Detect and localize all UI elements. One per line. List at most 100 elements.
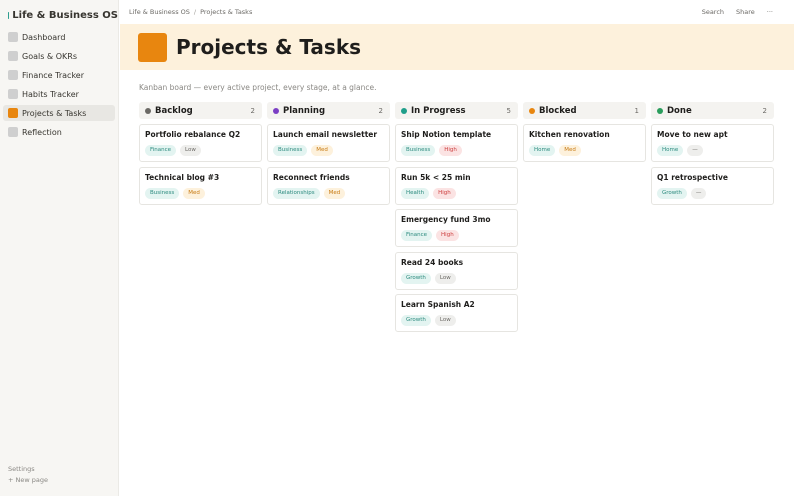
card-title: Q1 retrospective [657,172,728,182]
column-header[interactable]: Blocked 1 [523,102,646,119]
priority-tag: — [690,187,707,199]
card-title: Emergency fund 3mo [401,215,491,224]
column-planning: Planning 2 Launch email newsletter Busin… [267,102,390,337]
column-title: In Progress [411,105,466,116]
column-header[interactable]: Backlog 2 [139,102,262,119]
column-count: 2 [378,106,383,115]
column-done: Done 2 Move to new apt Home — Q1 retrospe… [651,102,774,337]
sidebar-footer: Settings + New page [8,464,48,486]
task-card[interactable]: Read 24 books Growth Low [395,251,518,290]
card-title: Reconnect friends [273,172,350,182]
card-title: Launch email newsletter [273,130,378,139]
column-blocked: Blocked 1 Kitchen renovation Home Med [523,102,646,337]
sidebar-item-habits[interactable]: Habits Tracker [3,86,115,102]
area-tag: Relationships [273,187,320,199]
priority-tag: — [687,145,703,156]
page-title: Projects & Tasks [176,35,362,59]
task-card[interactable]: Technical blog #3 Business Med [139,166,262,205]
task-card[interactable]: Launch email newsletter Business Med [267,124,390,162]
breadcrumb: Life & Business OS / Projects & Tasks [129,8,252,16]
priority-tag: High [439,145,462,156]
priority-tag: Low [180,145,201,156]
column-title: Done [667,105,692,116]
sidebar-item-goals[interactable]: Goals & OKRs [3,48,115,64]
sidebar-item-label: Projects & Tasks [22,108,87,118]
column-count: 2 [250,106,255,115]
column-header[interactable]: Planning 2 [267,102,390,119]
column-count: 5 [506,106,511,115]
workspace-name: Life & Business OS [12,9,118,21]
column-header[interactable]: Done 2 [651,102,774,119]
priority-tag: High [436,230,459,241]
priority-tag: High [433,187,456,199]
card-title: Portfolio rebalance Q2 [145,130,241,139]
status-dot-icon [529,107,535,114]
top-actions: Search Share ··· [702,8,773,16]
sidebar: Life & Business OS Dashboard Goals & OKR… [0,0,119,496]
task-card[interactable]: Portfolio rebalance Q2 Finance Low [139,124,262,162]
area-tag: Business [273,145,308,156]
column-in-progress: In Progress 5 Ship Notion template Busin… [395,102,518,337]
column-header[interactable]: In Progress 5 [395,102,518,119]
search-button[interactable]: Search [702,8,724,16]
task-card[interactable]: Move to new apt Home — [651,124,774,162]
card-title: Ship Notion template [401,130,492,139]
sidebar-item-label: Reflection [22,127,62,137]
card-title: Read 24 books [401,257,464,267]
kanban-board: Backlog 2 Portfolio rebalance Q2 Finance… [139,102,774,337]
sidebar-item-finance[interactable]: Finance Tracker [3,67,115,83]
task-card[interactable]: Run 5k < 25 min Health High [395,166,518,205]
sidebar-item-label: Dashboard [22,32,66,42]
area-tag: Finance [145,145,177,156]
page-icon [8,70,18,80]
sidebar-item-dashboard[interactable]: Dashboard [3,29,115,45]
priority-tag: Low [434,272,456,284]
priority-tag: Med [323,187,346,199]
task-card[interactable]: Emergency fund 3mo Finance High [395,209,518,247]
area-tag: Growth [657,187,687,199]
status-dot-icon [401,107,407,114]
area-tag: Business [145,187,180,199]
page-icon [8,108,18,118]
card-title: Learn Spanish A2 [401,300,475,309]
page-icon [138,32,167,62]
breadcrumb-current[interactable]: Projects & Tasks [200,8,252,16]
page-icon [8,32,18,42]
column-title: Blocked [539,105,577,116]
area-tag: Growth [401,315,431,326]
more-options-icon[interactable]: ··· [767,8,773,16]
sidebar-item-projects[interactable]: Projects & Tasks [3,105,115,121]
page-icon [8,51,18,61]
priority-tag: Med [559,145,581,156]
breadcrumb-workspace[interactable]: Life & Business OS [129,8,190,16]
sidebar-item-label: Finance Tracker [22,70,85,80]
workspace-switcher[interactable]: Life & Business OS [0,1,118,29]
sidebar-item-label: Habits Tracker [22,89,79,99]
area-tag: Business [401,145,436,156]
sidebar-nav: Dashboard Goals & OKRs Finance Tracker H… [0,29,118,140]
breadcrumb-separator: / [193,8,197,16]
task-card[interactable]: Kitchen renovation Home Med [523,124,646,162]
settings-link[interactable]: Settings [8,464,48,475]
new-page-button[interactable]: + New page [8,475,48,486]
task-card[interactable]: Q1 retrospective Growth — [651,166,774,205]
area-tag: Finance [401,230,433,241]
column-count: 2 [762,106,767,115]
page-icon [8,127,18,137]
page-header: Projects & Tasks [120,24,794,70]
column-backlog: Backlog 2 Portfolio rebalance Q2 Finance… [139,102,262,337]
page-icon [8,89,18,99]
column-title: Backlog [155,105,193,116]
task-card[interactable]: Ship Notion template Business High [395,124,518,162]
area-tag: Health [401,187,430,199]
status-dot-icon [273,107,279,114]
column-title: Planning [283,105,326,116]
share-button[interactable]: Share [736,8,755,16]
sidebar-item-reflection[interactable]: Reflection [3,124,115,140]
task-card[interactable]: Reconnect friends Relationships Med [267,166,390,205]
card-title: Technical blog #3 [145,172,220,182]
top-bar: Life & Business OS / Projects & Tasks Se… [120,0,794,24]
card-title: Kitchen renovation [529,130,610,139]
task-card[interactable]: Learn Spanish A2 Growth Low [395,294,518,332]
status-dot-icon [145,107,151,114]
